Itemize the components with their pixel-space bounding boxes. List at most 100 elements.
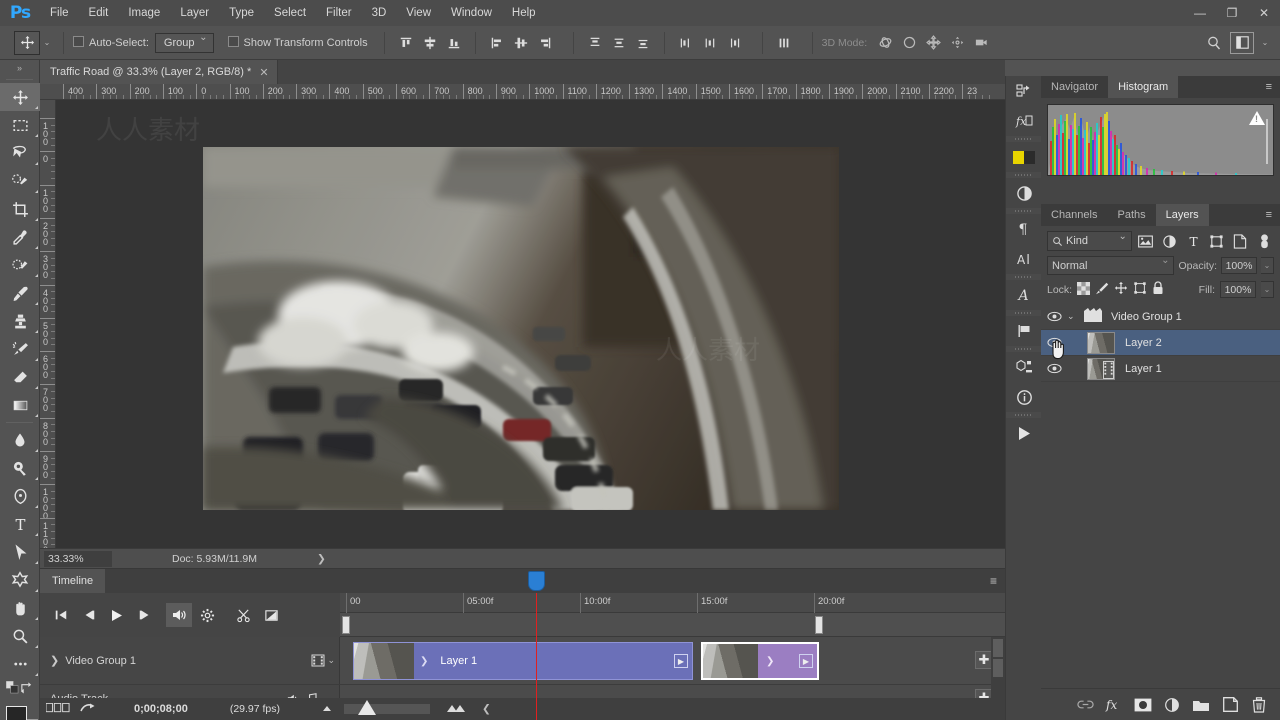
styles-fx-icon[interactable]: fx [1006,106,1042,136]
lock-image-pixels-icon[interactable] [1095,282,1109,298]
filter-smart-object-icon[interactable] [1231,231,1251,251]
timeline-playhead[interactable] [528,571,545,720]
distribute-horizontal-centers-icon[interactable] [698,32,722,54]
link-layers-icon[interactable] [1076,696,1094,714]
next-frame-button[interactable] [132,603,158,627]
clip-options-icon[interactable]: ▶ [799,654,813,668]
workspace-chevron-down-icon[interactable]: ⌄ [1258,38,1272,47]
vertical-ruler[interactable]: 100010020030040050060070080090010001100 [40,100,56,548]
chevron-right-icon[interactable]: ❯ [758,656,774,667]
add-layer-mask-icon[interactable] [1134,696,1152,714]
lock-transparent-pixels-icon[interactable] [1077,281,1091,298]
roll-3d-icon[interactable] [897,32,921,54]
menu-help[interactable]: Help [502,0,546,26]
tab-paths[interactable]: Paths [1107,204,1155,226]
tab-layers[interactable]: Layers [1155,204,1209,226]
move-tool[interactable] [0,83,40,111]
work-area-end-handle[interactable] [815,616,823,634]
playhead-handle[interactable] [528,571,545,591]
menu-edit[interactable]: Edit [79,0,119,26]
menu-filter[interactable]: Filter [316,0,362,26]
default-colors-icon[interactable] [5,680,19,697]
filter-type-icon[interactable]: T [1183,231,1203,251]
horizontal-type-tool[interactable]: T [0,510,40,538]
menu-image[interactable]: Image [118,0,170,26]
align-left-edges-icon[interactable] [485,32,509,54]
eraser-tool[interactable] [0,363,40,391]
slide-3d-icon[interactable] [945,32,969,54]
zoom-out-timeline-icon[interactable] [320,703,334,715]
close-button[interactable]: ✕ [1248,0,1280,26]
zoom-tool[interactable] [0,622,40,650]
align-right-edges-icon[interactable] [533,32,557,54]
maximize-button[interactable]: ❐ [1216,0,1248,26]
distribute-bottom-edges-icon[interactable] [631,32,655,54]
zoom-level-field[interactable]: 33.33% [44,550,112,567]
filter-toggle-icon[interactable] [1254,231,1274,251]
eye-icon[interactable] [1045,337,1063,348]
foreground-color-swatch[interactable] [6,706,27,720]
chevron-right-icon[interactable]: ❯ [50,654,59,667]
show-transform-controls-checkbox[interactable]: Show Transform Controls [227,36,368,49]
blend-mode-dropdown[interactable]: Normal [1047,255,1175,275]
histogram-warning-icon[interactable] [1249,111,1265,125]
eye-icon[interactable] [1045,363,1063,374]
auto-select-scope-dropdown[interactable]: Group [154,32,214,53]
blur-tool[interactable] [0,426,40,454]
layer-thumbnail[interactable] [1087,357,1115,380]
character-icon[interactable]: A [1006,244,1042,274]
menu-select[interactable]: Select [264,0,316,26]
3d-icon[interactable] [1006,352,1042,382]
spot-healing-brush-tool[interactable] [0,251,40,279]
timeline-ruler[interactable]: 00 05:00f 10:00f 15:00f 20:00f [340,593,1005,613]
distribute-top-edges-icon[interactable] [583,32,607,54]
lock-position-icon[interactable] [1114,281,1128,298]
gradient-tool[interactable] [0,391,40,419]
lock-all-icon[interactable] [1152,281,1164,298]
hand-tool[interactable] [0,594,40,622]
paragraph-icon[interactable]: ¶ [1006,214,1042,244]
work-area-start-handle[interactable] [342,616,350,634]
eyedropper-tool[interactable] [0,223,40,251]
quick-selection-tool[interactable] [0,167,40,195]
new-group-icon[interactable] [1192,696,1210,714]
opacity-chevron-down-icon[interactable]: ⌄ [1261,257,1274,274]
opacity-value[interactable]: 100% [1221,257,1257,274]
chevron-down-icon[interactable]: ⌄ [1067,311,1079,322]
video-group-track-header[interactable]: ❯ Video Group 1 ⌄ [40,637,340,684]
audio-mute-button[interactable] [166,603,192,627]
glyphs-icon[interactable]: A [1006,280,1042,310]
dodge-tool[interactable] [0,454,40,482]
play-panel-icon[interactable] [1006,418,1042,448]
path-selection-tool[interactable] [0,538,40,566]
new-adjustment-layer-icon[interactable] [1163,696,1181,714]
workspace-icon[interactable] [1230,31,1254,54]
go-to-first-frame-button[interactable] [48,603,74,627]
add-layer-style-icon[interactable]: fx [1105,696,1123,714]
auto-select-checkbox[interactable]: Auto-Select: [73,36,149,49]
tab-navigator[interactable]: Navigator [1041,76,1108,98]
edit-toolbar-button[interactable] [0,650,40,678]
close-icon[interactable]: ✕ [259,66,268,79]
canvas-area[interactable]: 人人素材 人人素材 [56,100,1005,548]
tab-timeline[interactable]: Timeline [40,569,106,593]
align-bottom-edges-icon[interactable] [442,32,466,54]
notes-flag-icon[interactable] [1006,316,1042,346]
distribute-right-edges-icon[interactable] [722,32,746,54]
histogram-graph[interactable] [1047,104,1274,176]
menu-3d[interactable]: 3D [362,0,397,26]
filter-kind-dropdown[interactable]: Kind [1047,231,1132,251]
tool-preset-chevron-icon[interactable]: ⌄ [40,38,54,47]
timeline-zoom-slider[interactable] [344,700,431,715]
color-swatch-icon[interactable] [1006,142,1042,172]
pan-3d-icon[interactable] [921,32,945,54]
menu-view[interactable]: View [396,0,441,26]
filter-adjustment-icon[interactable] [1160,231,1180,251]
layer-row-video-group-1[interactable]: ⌄ Video Group 1 [1041,304,1280,330]
transition-button[interactable] [258,603,284,627]
layers-panel-menu-icon[interactable]: ≡ [1266,204,1280,226]
collapse-toolbar-button[interactable]: » [0,60,39,76]
fill-chevron-down-icon[interactable]: ⌄ [1261,281,1274,298]
menu-file[interactable]: File [40,0,79,26]
menu-type[interactable]: Type [219,0,264,26]
